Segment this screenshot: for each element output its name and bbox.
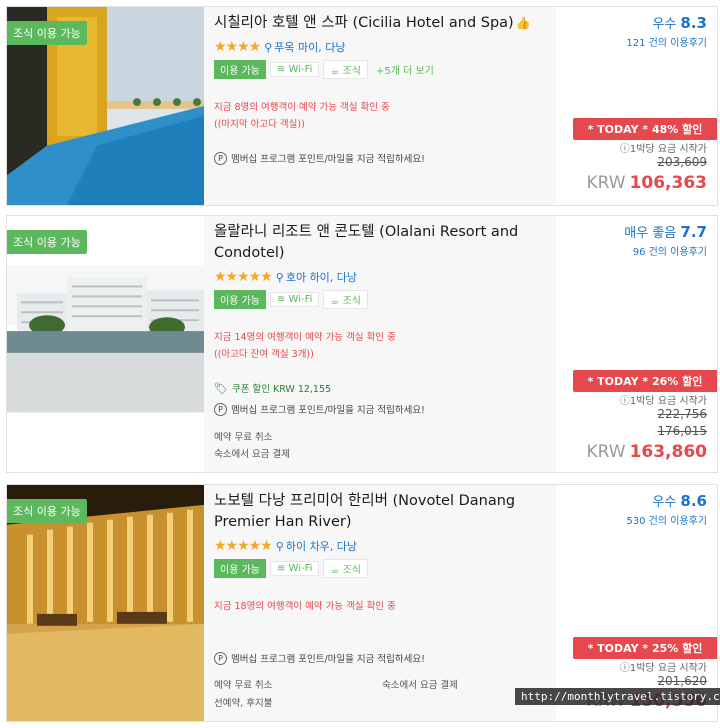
- free-cancellation: 예약 무료 취소: [214, 432, 273, 443]
- final-price[interactable]: KRW 163,860: [586, 442, 707, 462]
- urgency-message: 지금 18명의 여행객이 예약 가능 객실 확인 중: [214, 601, 396, 612]
- more-amenities-link[interactable]: +5개 더 보기: [372, 61, 438, 78]
- blog-watermark: http://monthlytravel.tistory.com: [515, 688, 720, 705]
- per-night-label: ⓘ1박당 요금 시작가: [619, 396, 707, 407]
- coupon-discount: 🏷 쿠폰 할인 KRW 12,155: [214, 381, 332, 396]
- book-now-pay-later: 선예약, 후지불: [214, 698, 273, 709]
- wifi-amenity: ≋ Wi-Fi: [269, 292, 320, 307]
- hotel-location[interactable]: 호아 하이, 다낭: [286, 269, 357, 285]
- discount-badge: * TODAY * 25% 할인: [573, 637, 717, 659]
- hotel-title[interactable]: 노보텔 다낭 프리미어 한리버 (Novotel Danang Premier …: [214, 491, 546, 533]
- free-cancellation: 예약 무료 취소: [214, 680, 273, 691]
- points-icon: P: [214, 151, 227, 165]
- pay-at-hotel: 숙소에서 요금 결제: [382, 680, 458, 691]
- review-score: 매우 좋음 7.7: [624, 223, 707, 241]
- rooms-left-message: ((아고다 잔여 객실 3개)): [214, 349, 314, 360]
- hotel-title[interactable]: 시칠리아 호텔 앤 스파 (Cicilia Hotel and Spa): [214, 15, 514, 31]
- breakfast-amenity: ☕ 조식: [323, 60, 368, 79]
- wifi-amenity: ≋ Wi-Fi: [269, 561, 320, 576]
- wifi-amenity: ≋ Wi-Fi: [269, 62, 320, 77]
- rating-location-row: ★★★★ ⚲ 푸옥 마이, 다낭: [214, 39, 546, 55]
- availability-badge: 이용 가능: [214, 290, 266, 309]
- breakfast-amenity: ☕ 조식: [323, 290, 368, 309]
- hotel-photo[interactable]: 조식 이용 가능: [7, 216, 204, 472]
- urgency-message: 지금 14명의 여행객이 예약 가능 객실 확인 중: [214, 332, 396, 343]
- star-rating: ★★★★★: [214, 269, 273, 285]
- review-count-link[interactable]: 530 건의 이용후기: [554, 512, 707, 527]
- map-pin-icon: ⚲: [275, 270, 284, 284]
- wifi-icon: ≋: [276, 563, 289, 574]
- amenities-row: 이용 가능 ≋ Wi-Fi ☕ 조식 +5개 더 보기: [214, 60, 546, 79]
- hotel-card[interactable]: 조식 이용 가능 올랄라니 리조트 앤 콘도텔 (Olalani Resort …: [6, 215, 718, 473]
- final-price[interactable]: KRW 106,363: [586, 173, 707, 193]
- star-rating: ★★★★★: [214, 538, 273, 554]
- hotel-title[interactable]: 올랄라니 리조트 앤 콘도텔 (Olalani Resort and Condo…: [214, 222, 546, 264]
- hotel-photo-image: [7, 216, 204, 472]
- original-price: 222,756: [657, 407, 707, 421]
- hotel-photo[interactable]: 조식 이용 가능: [7, 7, 204, 205]
- discount-badge: * TODAY * 26% 할인: [573, 370, 717, 392]
- info-icon: ⓘ: [619, 144, 630, 155]
- per-night-label: ⓘ1박당 요금 시작가: [619, 663, 707, 674]
- breakfast-badge: 조식 이용 가능: [7, 21, 87, 45]
- original-price: 201,620: [657, 674, 707, 688]
- per-night-label: ⓘ1박당 요금 시작가: [619, 144, 707, 155]
- availability-badge: 이용 가능: [214, 60, 266, 79]
- original-price: 203,609: [657, 155, 707, 169]
- last-room-message: ((마지막 아고다 객실)): [214, 119, 305, 130]
- map-pin-icon: ⚲: [264, 40, 273, 54]
- breakfast-badge: 조식 이용 가능: [7, 230, 87, 254]
- membership-promo: P 멤버십 프로그램 포인트/마일을 지금 적립하세요!: [214, 651, 425, 665]
- review-count-link[interactable]: 121 건의 이용후기: [554, 34, 707, 49]
- urgency-message: 지금 8명의 여행객이 예약 가능 객실 확인 중: [214, 102, 390, 113]
- points-icon: P: [214, 651, 227, 665]
- info-icon: ⓘ: [619, 663, 630, 674]
- coupon-tag-icon: 🏷: [214, 381, 228, 395]
- coffee-cup-icon: ☕: [330, 565, 343, 576]
- hotel-card[interactable]: 조식 이용 가능 노보텔 다낭 프리미어 한리버 (Novotel Danang…: [6, 484, 718, 722]
- amenities-row: 이용 가능 ≋ Wi-Fi ☕ 조식: [214, 290, 546, 309]
- hotel-info: 시칠리아 호텔 앤 스파 (Cicilia Hotel and Spa) 👍 ★★…: [204, 7, 556, 205]
- review-count-link[interactable]: 96 건의 이용후기: [554, 243, 707, 258]
- coffee-cup-icon: ☕: [330, 296, 343, 307]
- coffee-cup-icon: ☕: [330, 66, 343, 77]
- amenities-row: 이용 가능 ≋ Wi-Fi ☕ 조식: [214, 559, 546, 578]
- rating-location-row: ★★★★★ ⚲ 하이 차우, 다낭: [214, 538, 546, 554]
- review-score: 우수 8.6: [652, 492, 707, 510]
- star-rating: ★★★★: [214, 39, 261, 55]
- breakfast-amenity: ☕ 조식: [323, 559, 368, 578]
- hotel-location[interactable]: 푸옥 마이, 다낭: [274, 39, 345, 55]
- discount-badge: * TODAY * 48% 할인: [573, 118, 717, 140]
- membership-promo: P 멤버십 프로그램 포인트/마일을 지금 적립하세요!: [214, 151, 425, 165]
- hotel-location[interactable]: 하이 차우, 다낭: [286, 538, 357, 554]
- breakfast-badge: 조식 이용 가능: [7, 499, 87, 523]
- hotel-photo[interactable]: 조식 이용 가능: [7, 485, 204, 721]
- map-pin-icon: ⚲: [275, 539, 284, 553]
- membership-promo: P 멤버십 프로그램 포인트/마일을 지금 적립하세요!: [214, 402, 425, 416]
- wifi-icon: ≋: [276, 294, 289, 305]
- hotel-info: 올랄라니 리조트 앤 콘도텔 (Olalani Resort and Condo…: [204, 216, 556, 472]
- info-icon: ⓘ: [619, 396, 630, 407]
- hotel-title-row: 시칠리아 호텔 앤 스파 (Cicilia Hotel and Spa) 👍: [214, 13, 546, 34]
- thumbs-up-icon: 👍: [515, 16, 531, 30]
- points-icon: P: [214, 402, 227, 416]
- hotel-card[interactable]: 조식 이용 가능 시칠리아 호텔 앤 스파 (Cicilia Hotel and…: [6, 6, 718, 206]
- rating-location-row: ★★★★★ ⚲ 호아 하이, 다낭: [214, 269, 546, 285]
- review-score: 우수 8.3: [652, 14, 707, 32]
- availability-badge: 이용 가능: [214, 559, 266, 578]
- pay-at-hotel: 숙소에서 요금 결제: [214, 449, 290, 460]
- hotel-info: 노보텔 다낭 프리미어 한리버 (Novotel Danang Premier …: [204, 485, 556, 721]
- coupon-original-price: 176,015: [657, 424, 707, 438]
- wifi-icon: ≋: [276, 64, 289, 75]
